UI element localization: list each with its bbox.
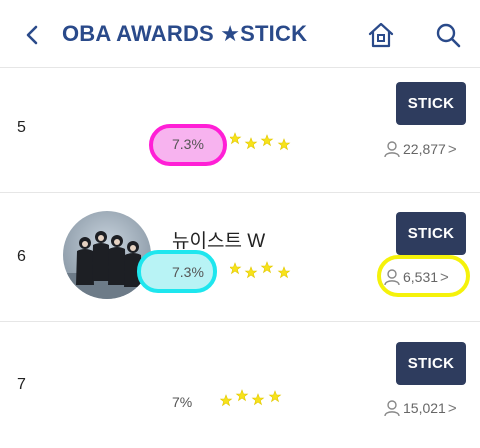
chevron-right-icon: > bbox=[447, 399, 457, 417]
home-icon bbox=[368, 22, 394, 48]
star-rating-icon bbox=[230, 261, 291, 279]
page-title: OBA AWARDS ★STICK bbox=[62, 21, 308, 46]
vote-percent: 7.3% bbox=[172, 136, 204, 152]
home-button[interactable] bbox=[366, 20, 396, 50]
voter-count-link[interactable]: 15,021 > bbox=[383, 397, 457, 419]
stick-vote-button[interactable]: STICK bbox=[396, 212, 466, 255]
chevron-right-icon: > bbox=[440, 268, 449, 286]
vote-percent: 7% bbox=[172, 394, 193, 410]
voter-count: 22,877 bbox=[403, 141, 446, 157]
user-icon bbox=[384, 269, 400, 286]
artist-name: 뉴이스트 W bbox=[172, 231, 266, 252]
user-icon bbox=[384, 400, 400, 417]
vote-percent: 7.3% bbox=[172, 264, 204, 280]
chevron-right-icon: > bbox=[447, 140, 457, 158]
user-icon bbox=[384, 141, 400, 158]
ranking-row: 6 뉴이스트 W 7.3% STICK 6,531 > bbox=[0, 194, 480, 322]
star-rating-icon bbox=[230, 132, 291, 151]
stick-vote-button[interactable]: STICK bbox=[396, 342, 466, 385]
stick-vote-button[interactable]: STICK bbox=[396, 82, 466, 125]
search-icon bbox=[436, 23, 461, 48]
rank-number: 5 bbox=[17, 119, 26, 136]
back-button[interactable] bbox=[18, 20, 48, 50]
voter-count: 6,531 bbox=[403, 269, 439, 285]
rank-number: 6 bbox=[17, 248, 26, 265]
star-rating-icon bbox=[220, 389, 282, 407]
voter-count-link[interactable]: 6,531 > bbox=[383, 266, 449, 288]
rank-number: 7 bbox=[17, 376, 26, 393]
artist-avatar[interactable] bbox=[63, 211, 151, 299]
top-bar: OBA AWARDS ★STICK bbox=[0, 0, 480, 68]
chevron-left-icon bbox=[26, 25, 38, 45]
search-button[interactable] bbox=[433, 20, 463, 50]
ranking-row: 7 7% STICK 15,021 > bbox=[0, 323, 480, 448]
voter-count-link[interactable]: 22,877 > bbox=[383, 138, 457, 160]
voter-count: 15,021 bbox=[403, 400, 446, 416]
ranking-row: 5 7.3% STICK 22,877 > bbox=[0, 69, 480, 193]
